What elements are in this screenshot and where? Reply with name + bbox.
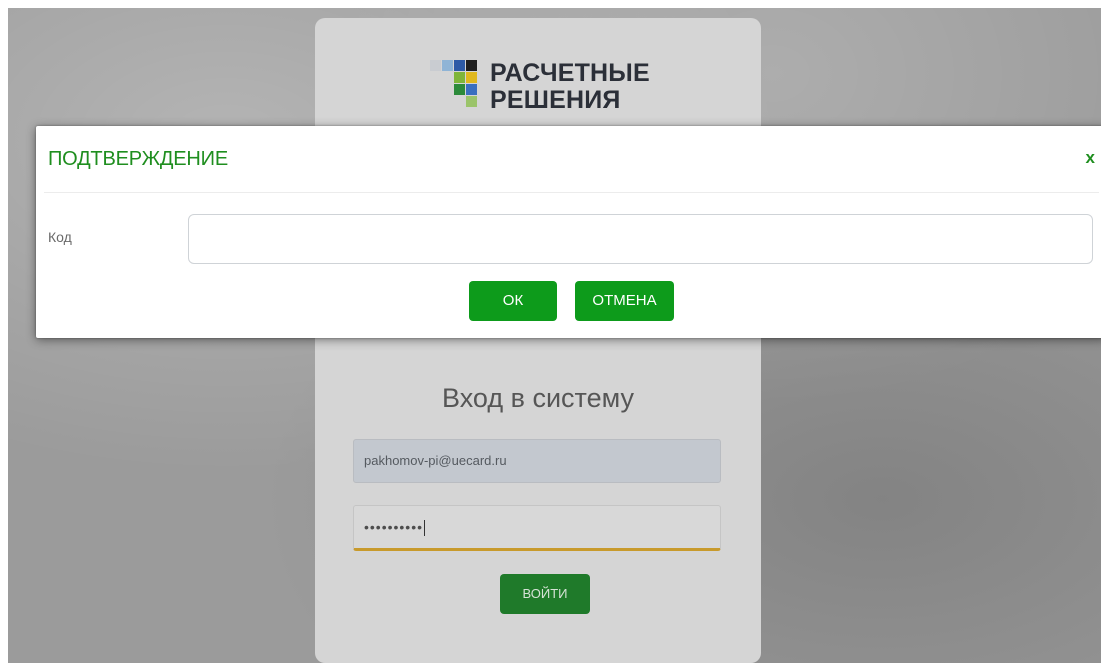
email-field[interactable]: pakhomov-pi@uecard.ru — [353, 439, 721, 483]
logo-text-line1: РАСЧЕТНЫЕ — [490, 59, 650, 87]
logo-square — [454, 84, 465, 95]
logo-text: РАСЧЕТНЫЕ РЕШЕНИЯ — [490, 60, 650, 114]
logo-square — [466, 60, 477, 71]
code-label: Код — [48, 229, 72, 245]
logo-text-line2: РЕШЕНИЯ — [490, 86, 621, 114]
login-card: РАСЧЕТНЫЕ РЕШЕНИЯ Вход в систему pakhomo… — [315, 18, 761, 663]
logo-square — [442, 60, 453, 71]
text-caret — [424, 520, 426, 537]
login-button[interactable]: ВОЙТИ — [500, 574, 590, 614]
login-title: Вход в систему — [442, 383, 634, 413]
close-icon[interactable]: x — [1086, 148, 1095, 168]
password-value: •••••••••• — [364, 519, 424, 535]
screen: РАСЧЕТНЫЕ РЕШЕНИЯ Вход в систему pakhomo… — [8, 8, 1101, 663]
ok-button[interactable]: ОК — [469, 281, 557, 321]
dialog-divider — [44, 192, 1099, 193]
logo-square — [466, 72, 477, 83]
confirmation-dialog: ПОДТВЕРЖДЕНИЕ x Код ОК ОТМЕНА — [36, 126, 1101, 338]
logo-square — [466, 84, 477, 95]
logo-square — [454, 60, 465, 71]
code-input[interactable] — [188, 214, 1093, 264]
logo-square — [430, 60, 441, 71]
cancel-button[interactable]: ОТМЕНА — [575, 281, 674, 321]
company-logo: РАСЧЕТНЫЕ РЕШЕНИЯ — [430, 58, 670, 118]
password-field[interactable]: •••••••••• — [353, 505, 721, 551]
dialog-title: ПОДТВЕРЖДЕНИЕ — [48, 148, 228, 170]
logo-square — [466, 96, 477, 107]
logo-square — [454, 72, 465, 83]
